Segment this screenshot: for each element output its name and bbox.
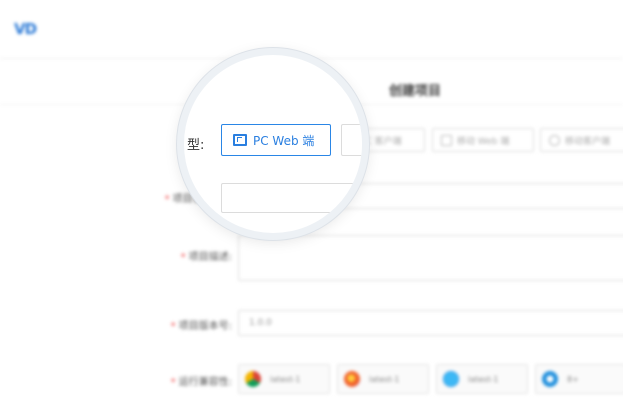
browser-ie-select[interactable]: 8+ bbox=[535, 364, 623, 394]
type-option-label: PC 客户端 bbox=[360, 136, 402, 147]
type-option-pc-web[interactable]: PC Web 端 bbox=[221, 124, 331, 156]
chrome-icon bbox=[245, 371, 261, 387]
project-name-input-partial[interactable] bbox=[221, 183, 362, 213]
magnifier-lens: *型: PC Web 端 bbox=[184, 55, 362, 233]
browser-label: * 运行兼容性: bbox=[170, 377, 232, 388]
type-option-pc-client-partial[interactable] bbox=[341, 124, 362, 156]
browser-version: latest-1 bbox=[369, 374, 400, 384]
desc-label: * 项目描述: bbox=[180, 252, 232, 263]
project-version-input[interactable]: 1.0.0 bbox=[238, 310, 623, 336]
type-option-mobile-web[interactable]: 移动 Web 端 bbox=[432, 128, 534, 152]
browser-version: latest-1 bbox=[270, 374, 301, 384]
app-logo: VD bbox=[14, 20, 37, 38]
browser-firefox-select[interactable]: latest-1 bbox=[337, 364, 429, 394]
safari-icon bbox=[443, 371, 459, 387]
ie-icon bbox=[542, 371, 558, 387]
type-option-mobile-client[interactable]: 移动客户端 bbox=[540, 128, 623, 152]
type-label: *型: bbox=[187, 138, 205, 153]
type-option-label: 移动 Web 端 bbox=[457, 136, 510, 147]
firefox-icon bbox=[344, 371, 360, 387]
page-title: 创建项目 bbox=[388, 84, 441, 99]
pc-web-icon bbox=[233, 134, 247, 146]
lens-content: *型: PC Web 端 bbox=[184, 55, 362, 233]
browser-chrome-select[interactable]: latest-1 bbox=[238, 364, 330, 394]
browser-version: latest-1 bbox=[468, 374, 499, 384]
browser-safari-select[interactable]: latest-1 bbox=[436, 364, 528, 394]
type-option-label: 移动客户端 bbox=[565, 136, 611, 147]
mobile-icon bbox=[441, 134, 452, 146]
version-label: * 项目版本号: bbox=[170, 321, 232, 332]
android-icon bbox=[549, 134, 560, 146]
project-desc-textarea[interactable] bbox=[238, 235, 623, 281]
browser-version: 8+ bbox=[567, 374, 579, 384]
type-option-label: PC Web 端 bbox=[253, 133, 315, 148]
